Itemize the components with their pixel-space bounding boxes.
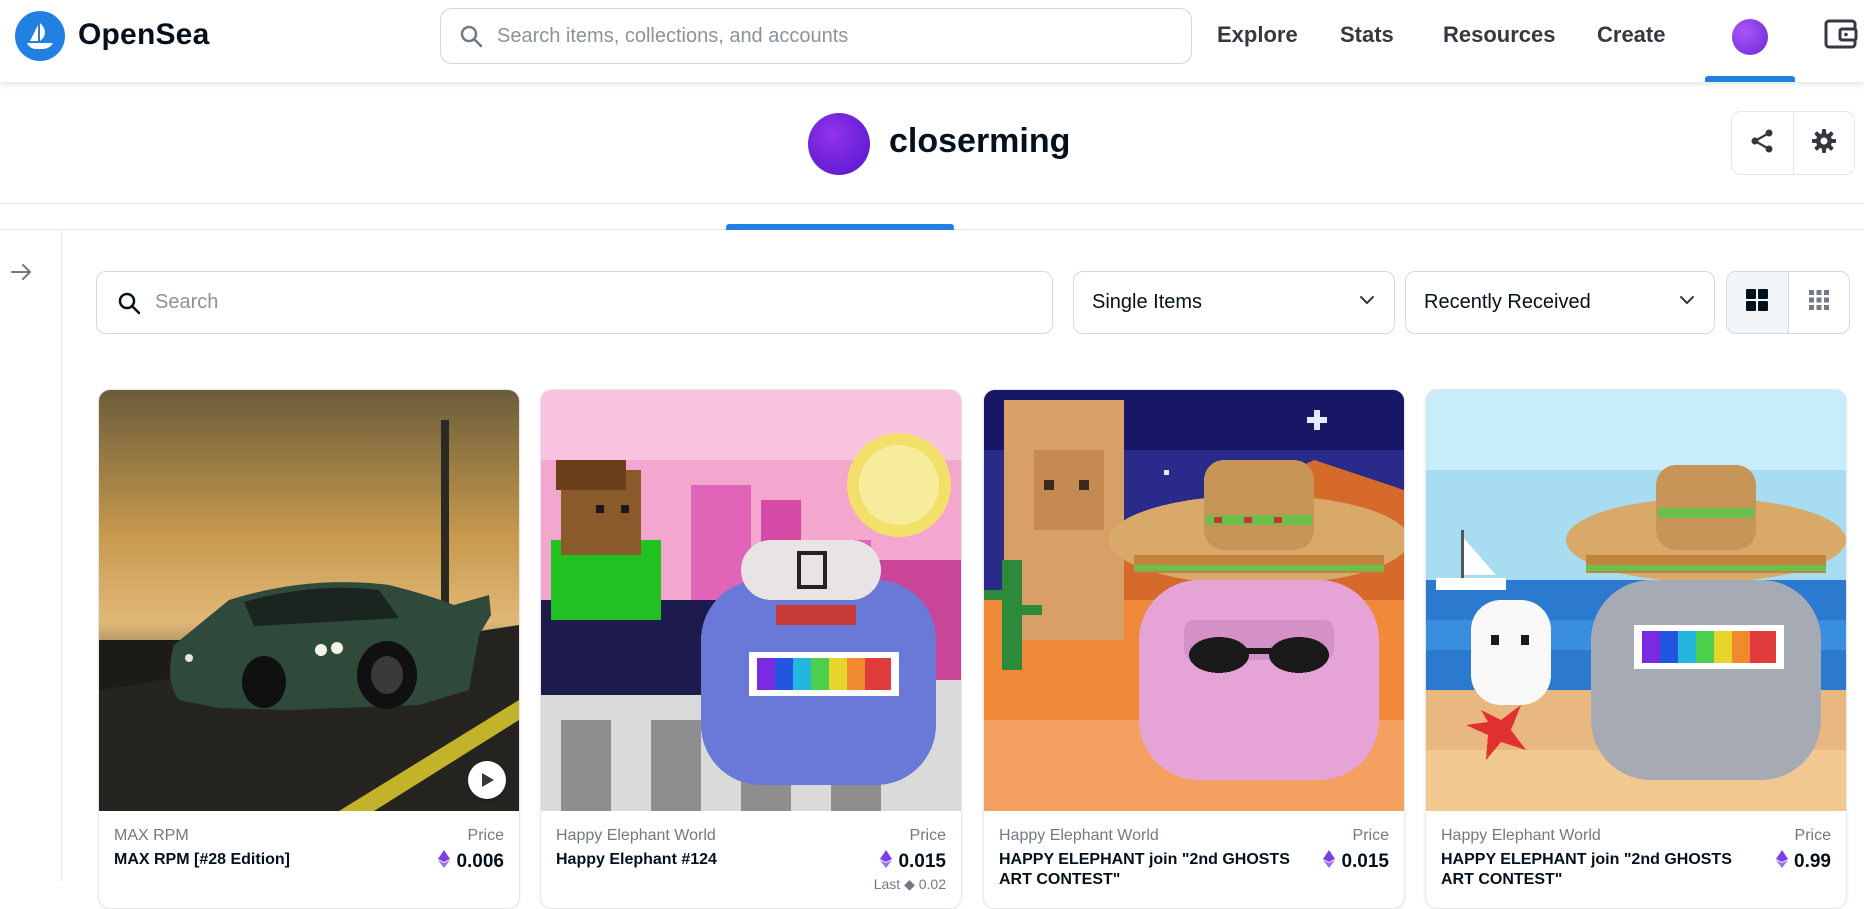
nft-image-beach-elephant[interactable] [1426,390,1846,811]
opensea-logo-icon[interactable] [15,11,65,61]
global-search-bar[interactable] [440,8,1192,64]
nav-resources[interactable]: Resources [1443,22,1556,48]
play-button[interactable] [468,761,506,799]
item-type-dropdown[interactable]: Single Items [1073,271,1395,334]
active-nav-indicator [1705,76,1795,82]
wallet-icon[interactable] [1824,18,1858,52]
card-item-name[interactable]: Happy Elephant #124 [556,850,856,870]
profile-actions [1731,111,1855,175]
card-collection-name[interactable]: Happy Elephant World [556,827,716,845]
card-item-name[interactable]: MAX RPM [#28 Edition] [114,850,414,870]
eth-icon [1323,850,1336,874]
nav-stats[interactable]: Stats [1340,22,1394,48]
card-item-name[interactable]: HAPPY ELEPHANT join "2nd GHOSTS ART CONT… [1441,850,1741,890]
nft-card[interactable]: Happy Elephant World HAPPY ELEPHANT join… [1425,389,1847,909]
search-icon [115,289,143,317]
card-price: 0.015 [1323,850,1389,874]
nft-card[interactable]: MAX RPM MAX RPM [#28 Edition] Price 0.00… [98,389,520,909]
grid-large-icon [1745,288,1769,317]
nft-image-car[interactable] [99,390,519,811]
card-price: 0.99 [1776,850,1831,874]
brand-name[interactable]: OpenSea [78,18,209,52]
card-collection-name[interactable]: MAX RPM [114,827,189,845]
card-collection-name[interactable]: Happy Elephant World [999,827,1159,845]
sort-dropdown[interactable]: Recently Received [1405,271,1715,334]
nft-image-desert-elephant[interactable] [984,390,1404,811]
grid-view-toggle [1726,271,1850,334]
card-price-label: Price [909,827,946,844]
card-price-value: 0.015 [898,851,946,872]
filter-sidebar [0,231,62,882]
items-search-bar[interactable] [96,271,1053,334]
large-grid-button[interactable] [1727,272,1788,333]
card-collection-name[interactable]: Happy Elephant World [1441,827,1601,845]
card-price: 0.006 [438,850,504,874]
eth-icon [438,850,451,874]
dropdown-value: Recently Received [1424,291,1591,313]
search-icon [457,22,485,50]
gear-icon [1811,128,1837,159]
card-price: 0.015 [880,850,946,874]
profile-menu-avatar[interactable] [1732,19,1768,55]
chevron-down-icon [1678,291,1696,315]
settings-button[interactable] [1792,112,1854,174]
nav-create[interactable]: Create [1597,22,1665,48]
items-search-input[interactable] [155,291,1015,314]
profile-header: closerming [0,82,1864,204]
profile-username: closerming [889,122,1071,160]
share-button[interactable] [1732,112,1793,174]
nft-card[interactable]: Happy Elephant World HAPPY ELEPHANT join… [983,389,1405,909]
card-price-value: 0.006 [456,851,504,872]
grid-small-icon [1808,289,1830,316]
small-grid-button[interactable] [1787,272,1849,333]
avatar[interactable] [808,113,870,175]
card-last-sale: Last ◆ 0.02 [873,876,946,892]
card-price-value: 0.99 [1794,851,1831,872]
global-search-input[interactable] [497,24,1137,48]
nft-image-dj-elephant[interactable] [541,390,961,811]
share-icon [1749,128,1775,159]
active-tab-indicator [726,224,954,230]
card-item-name[interactable]: HAPPY ELEPHANT join "2nd GHOSTS ART CONT… [999,850,1299,890]
chevron-down-icon [1358,291,1376,315]
top-navigation-bar: OpenSea Explore Stats Resources Create [0,0,1864,82]
card-price-value: 0.015 [1341,851,1389,872]
arrow-right-icon [9,260,33,289]
nav-explore[interactable]: Explore [1217,22,1298,48]
sidebar-toggle-button[interactable] [6,259,36,289]
play-icon [479,772,495,788]
card-price-label: Price [1794,827,1831,844]
eth-icon [880,850,893,874]
dropdown-value: Single Items [1092,291,1203,313]
card-price-label: Price [467,827,504,844]
nft-card[interactable]: Happy Elephant World Happy Elephant #124… [540,389,962,909]
card-price-label: Price [1352,827,1389,844]
eth-icon [1776,850,1789,874]
